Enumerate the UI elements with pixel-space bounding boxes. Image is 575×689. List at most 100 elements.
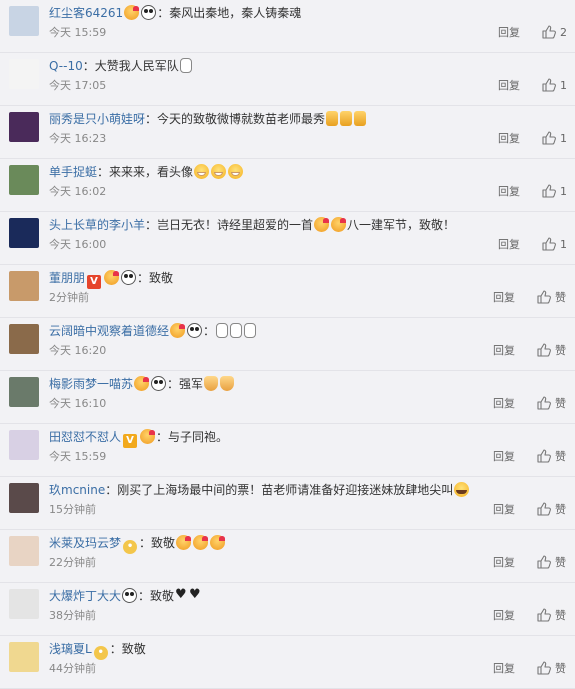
username-link[interactable]: 梅影雨梦一喵苏 xyxy=(49,377,133,391)
like-button[interactable]: 赞 xyxy=(537,501,566,519)
like-button[interactable]: 赞 xyxy=(537,289,566,307)
kiss-emoji-icon xyxy=(331,217,347,232)
timestamp: 今天 16:10 xyxy=(49,397,107,410)
thumbs-up-icon xyxy=(537,608,551,622)
comment-row: Q--10：大赞我人民军队 今天 17:05 回复 1 xyxy=(0,53,575,106)
thumbs-up-icon xyxy=(537,449,551,463)
comment-line: 米莱及玛云梦 • ：致敬 xyxy=(49,534,226,554)
like-count: 1 xyxy=(560,132,567,145)
kiss-emoji-icon xyxy=(134,376,150,391)
reply-button[interactable]: 回复 xyxy=(493,396,515,412)
username-link[interactable]: 浅璃夏L xyxy=(49,642,92,656)
like-count: 1 xyxy=(560,79,567,92)
comment-row: 大爆炸丁大大 ：致敬 38分钟前 回复 赞 xyxy=(0,583,575,636)
avatar[interactable] xyxy=(9,642,39,672)
like-button[interactable]: 赞 xyxy=(537,607,566,625)
comment-line: 梅影雨梦一喵苏 ：强军 xyxy=(49,375,235,393)
like-button[interactable]: 1 xyxy=(542,77,567,95)
reply-button[interactable]: 回复 xyxy=(498,237,520,253)
comment-row: 丽秀是只小萌娃呀：今天的致敬微博就数苗老师最秀今天 16:23 回复 1 xyxy=(0,106,575,159)
separator: ： xyxy=(139,536,152,550)
username-link[interactable]: 董朋朋 xyxy=(49,271,85,285)
username-link[interactable]: 头上长草的李小羊 xyxy=(49,218,145,232)
separator: ： xyxy=(167,377,180,391)
comment-line: 田怼怼不怼人 V ：与子同袍。 xyxy=(49,428,228,448)
member-badge-icon: • xyxy=(93,646,108,660)
thumbs-up-icon xyxy=(542,184,556,198)
grin-emoji-icon xyxy=(194,164,210,179)
avatar[interactable] xyxy=(9,430,39,460)
kiss-emoji-icon xyxy=(314,217,330,232)
like-count: 赞 xyxy=(555,609,566,622)
reply-button[interactable]: 回复 xyxy=(498,78,520,94)
comment-line: 丽秀是只小萌娃呀：今天的致敬微博就数苗老师最秀 xyxy=(49,110,367,128)
username-link[interactable]: 丽秀是只小萌娃呀 xyxy=(49,112,145,126)
avatar[interactable] xyxy=(9,589,39,619)
kiss-emoji-icon xyxy=(170,323,186,338)
avatar[interactable] xyxy=(9,536,39,566)
username-link[interactable]: 大爆炸丁大大 xyxy=(49,589,121,603)
reply-button[interactable]: 回复 xyxy=(493,343,515,359)
reply-button[interactable]: 回复 xyxy=(498,25,520,41)
avatar[interactable] xyxy=(9,112,39,142)
like-button[interactable]: 1 xyxy=(542,236,567,254)
username-link[interactable]: 米莱及玛云梦 xyxy=(49,536,121,550)
timestamp: 今天 16:23 xyxy=(49,132,107,145)
avatar[interactable] xyxy=(9,324,39,354)
kiss-emoji-icon xyxy=(176,535,192,550)
reply-button[interactable]: 回复 xyxy=(493,449,515,465)
like-button[interactable]: 1 xyxy=(542,183,567,201)
kiss-emoji-icon xyxy=(210,535,226,550)
avatar[interactable] xyxy=(9,483,39,513)
comment-line: 大爆炸丁大大 ：致敬 xyxy=(49,586,202,605)
separator: ： xyxy=(145,112,158,126)
like-button[interactable]: 赞 xyxy=(537,554,566,572)
avatar[interactable] xyxy=(9,59,39,89)
like-button[interactable]: 2 xyxy=(542,24,567,42)
comment-row: 玖mcnine：刚买了上海场最中间的票！苗老师请准备好迎接迷妹放肆地尖叫 15分钟… xyxy=(0,477,575,530)
avatar[interactable] xyxy=(9,6,39,36)
timestamp: 22分钟前 xyxy=(49,556,96,569)
comment-row: 田怼怼不怼人 V ：与子同袍。 今天 15:59 回复 赞 xyxy=(0,424,575,477)
username-link[interactable]: 云阔暗中观察着道德经 xyxy=(49,324,169,338)
reply-button[interactable]: 回复 xyxy=(493,290,515,306)
username-link[interactable]: 田怼怼不怼人 xyxy=(49,430,121,444)
like-button[interactable]: 赞 xyxy=(537,342,566,360)
avatar[interactable] xyxy=(9,165,39,195)
reply-button[interactable]: 回复 xyxy=(493,555,515,571)
like-count: 赞 xyxy=(555,450,566,463)
username-link[interactable]: 玖mcnine xyxy=(49,483,105,497)
comment-row: 头上长草的李小羊：岂日无衣！诗经里超爱的一首 八一建军节，致敬！ 今天 16:00 回… xyxy=(0,212,575,265)
reply-button[interactable]: 回复 xyxy=(493,502,515,518)
like-button[interactable]: 赞 xyxy=(537,395,566,413)
gold-verified-badge-icon: V xyxy=(123,434,138,448)
like-button[interactable]: 1 xyxy=(542,130,567,148)
timestamp: 38分钟前 xyxy=(49,609,96,622)
comment-text: 来来来，看头像 xyxy=(109,165,194,179)
clap-emoji-icon xyxy=(220,376,235,391)
thumbs-up-icon xyxy=(537,290,551,304)
like-button[interactable]: 赞 xyxy=(537,660,566,678)
reply-button[interactable]: 回复 xyxy=(498,184,520,200)
thumbs-up-icon xyxy=(542,237,556,251)
username-link[interactable]: 单手捉蜓 xyxy=(49,165,97,179)
reply-button[interactable]: 回复 xyxy=(493,661,515,677)
like-button[interactable]: 赞 xyxy=(537,448,566,466)
kiss-emoji-icon xyxy=(104,270,120,285)
avatar[interactable] xyxy=(9,377,39,407)
comment-text: 刚买了上海场最中间的票！苗老师请准备好迎接迷妹放肆地尖叫 xyxy=(117,483,454,497)
username-link[interactable]: 红尘客64261 xyxy=(49,6,123,20)
reply-button[interactable]: 回复 xyxy=(493,608,515,624)
comment-line: 云阔暗中观察着道德经 ： xyxy=(49,322,257,340)
avatar[interactable] xyxy=(9,271,39,301)
username-link[interactable]: Q--10 xyxy=(49,59,83,73)
separator: ： xyxy=(97,165,110,179)
like-count: 赞 xyxy=(555,556,566,569)
comment-text-tail: 八一建军节，致敬！ xyxy=(347,218,456,232)
timestamp: 今天 15:59 xyxy=(49,26,107,39)
reply-button[interactable]: 回复 xyxy=(498,131,520,147)
thumbs-up-icon xyxy=(542,78,556,92)
separator: ： xyxy=(156,430,169,444)
avatar[interactable] xyxy=(9,218,39,248)
thumbs-up-icon xyxy=(537,343,551,357)
